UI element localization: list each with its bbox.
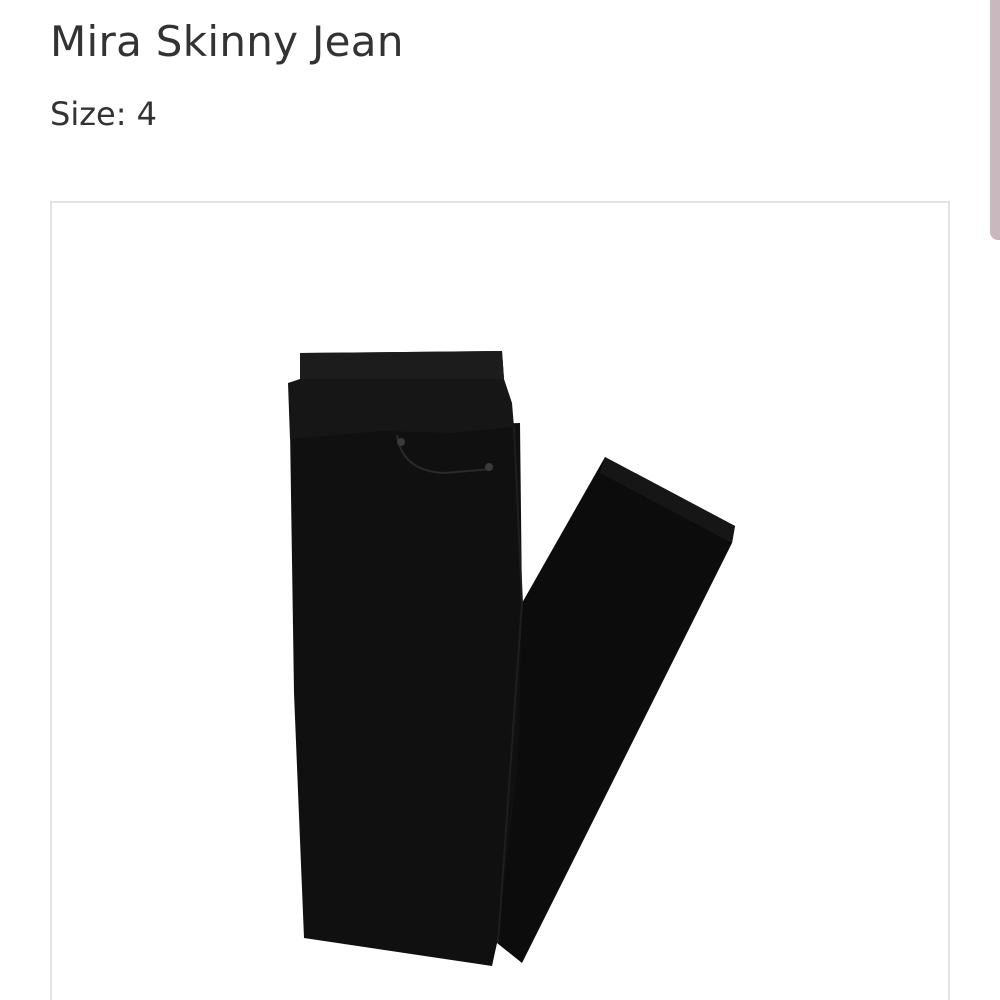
product-title: Mira Skinny Jean — [50, 17, 404, 66]
product-image-card[interactable] — [50, 201, 950, 1000]
product-image — [288, 351, 735, 966]
product-size: Size: 4 — [50, 95, 157, 133]
jean-back-leg — [497, 457, 735, 963]
scrollbar-thumb[interactable] — [990, 0, 1000, 240]
jean-front-leg — [290, 423, 522, 966]
